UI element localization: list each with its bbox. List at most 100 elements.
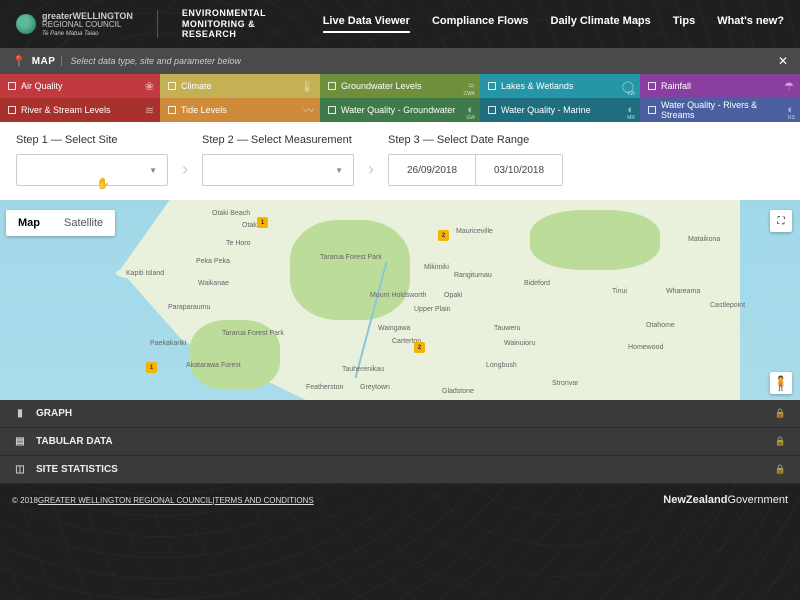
nav-item-daily-climate-maps[interactable]: Daily Climate Maps [551,15,651,33]
map-type-toggle: Map Satellite [6,210,115,236]
map-label: Kapiti Island [126,270,164,277]
map-label: Waikanae [198,280,229,287]
date-to[interactable]: 03/10/2018 [476,155,562,185]
panel-tabular-data[interactable]: ▤TABULAR DATA🔒 [0,428,800,456]
panel-site-statistics[interactable]: ◫SITE STATISTICS🔒 [0,456,800,484]
checkbox-icon [488,106,496,114]
map-label: Greytown [360,384,390,391]
nav-item-tips[interactable]: Tips [673,15,695,33]
pin-icon: 📍 [12,55,26,68]
map-label: Otahome [646,322,675,329]
app-title: ENVIRONMENTAL MONITORING & RESEARCH [182,8,266,40]
nav-item-what-s-new-[interactable]: What's new? [717,15,784,33]
date-range[interactable]: 26/09/2018 03/10/2018 [388,154,563,186]
map-label: Peka Peka [196,258,230,265]
map-bar-close[interactable]: ✕ [778,54,788,68]
panel-icon: ▮ [14,408,26,419]
map-label: Mikimiki [424,264,449,271]
gw-logo[interactable]: greaterWELLINGTON REGIONAL COUNCIL Te Pa… [16,12,133,37]
org-tag: Te Pane Matua Taiao [42,31,133,37]
nav-item-live-data-viewer[interactable]: Live Data Viewer [323,15,410,33]
caret-down-icon: ▼ [335,166,343,175]
map-label: Upper Plain [414,306,451,313]
category-label: Climate [181,81,212,91]
map-label: Rangitumau [454,272,492,279]
category-tide-levels[interactable]: Tide Levels〰 [160,98,320,122]
map-label: Mataikona [688,236,720,243]
category-label: Water Quality - Marine [501,105,591,115]
checkbox-icon [168,106,176,114]
chevron-right-icon: › [368,159,374,180]
panel-graph[interactable]: ▮ GRAPH 🔒 [0,400,800,428]
map-label: Otaki [242,222,258,229]
category-label: Lakes & Wetlands [501,81,573,91]
category-water-quality-marine[interactable]: Water Quality - Marine◐MR [480,98,640,122]
map-label: Homewood [628,344,663,351]
category-icon: ≋ [145,104,154,117]
category-rainfall[interactable]: Rainfall ☂ [640,74,800,98]
road-badge: 2 [438,230,449,241]
map-label: Tauherenikau [342,366,384,373]
site-select[interactable]: ▼ [16,154,168,186]
category-lakes-wetlands[interactable]: Lakes & Wetlands◯LW [480,74,640,98]
footer-terms-link[interactable]: TERMS AND CONDITIONS [215,496,314,505]
map-label: Mauriceville [456,228,493,235]
road-badge: 1 [257,217,268,228]
nav-item-compliance-flows[interactable]: Compliance Flows [432,15,529,33]
category-climate[interactable]: Climate 🌡 [160,74,320,98]
checkbox-icon [488,82,496,90]
map-type-satellite[interactable]: Satellite [52,210,115,236]
category-groundwater-levels[interactable]: Groundwater Levels≈CWA [320,74,480,98]
chevron-right-icon: › [182,159,188,180]
map-label: Tararua Forest Park [320,254,382,261]
gw-swirl-icon [16,14,36,34]
checkbox-icon [168,82,176,90]
step-2-label: Step 2 — Select Measurement [202,134,354,146]
category-label: Tide Levels [181,105,227,115]
map-label: Tauweru [494,325,520,332]
date-from[interactable]: 26/09/2018 [389,155,475,185]
map-label: Opaki [444,292,462,299]
step-1: Step 1 — Select Site ▼ [16,134,168,186]
panel-label: SITE STATISTICS [36,464,118,475]
road-badge: 2 [414,342,425,353]
step-3-label: Step 3 — Select Date Range [388,134,563,146]
map-label: Whareama [666,288,700,295]
category-water-quality-rivers-streams[interactable]: Water Quality - Rivers & Streams◐RS [640,98,800,122]
pegman-icon[interactable]: 🧍 [770,372,792,394]
category-water-quality-groundwater[interactable]: Water Quality - Groundwater◐GW [320,98,480,122]
header: greaterWELLINGTON REGIONAL COUNCIL Te Pa… [0,0,800,48]
category-air-quality[interactable]: Air Quality❀ [0,74,160,98]
steps-row: Step 1 — Select Site ▼ › Step 2 — Select… [0,122,800,200]
checkbox-icon [328,106,336,114]
panel-icon: ◫ [14,464,26,475]
fullscreen-button[interactable]: ⛶ [770,210,792,232]
category-icon: 🌡 [300,80,314,93]
map-canvas[interactable]: Otaki Beach Otaki Te Horo Peka Peka Waikanae… [0,200,800,400]
map-label: Mount Holdsworth [370,292,426,299]
panel-label: GRAPH [36,408,72,419]
logo-block: greaterWELLINGTON REGIONAL COUNCIL Te Pa… [16,8,266,40]
lock-icon: 🔒 [775,436,786,447]
main-nav: Live Data Viewer Compliance Flows Daily Cl… [323,15,784,33]
category-label: Water Quality - Groundwater [341,105,455,115]
panel-icon: ▤ [14,436,26,447]
divider [157,10,158,38]
measurement-select[interactable]: ▼ [202,154,354,186]
map-bar-subtitle: Select data type, site and parameter bel… [61,56,241,66]
lock-icon: 🔒 [775,408,786,419]
copyright: © 2018 [12,496,38,505]
map-label: Stronvar [552,380,578,387]
map-label: Te Horo [226,240,251,247]
category-icon: ☂ [784,80,794,93]
category-label: Water Quality - Rivers & Streams [661,100,792,120]
map-type-map[interactable]: Map [6,210,52,236]
footer-org-link[interactable]: GREATER WELLINGTON REGIONAL COUNCIL [38,496,213,505]
category-river-stream-levels[interactable]: River & Stream Levels≋ [0,98,160,122]
caret-down-icon: ▼ [149,166,157,175]
category-label: Rainfall [661,81,691,91]
map-label: Otaki Beach [212,210,250,217]
map-label: Featherston [306,384,343,391]
checkbox-icon [8,106,16,114]
step-3: Step 3 — Select Date Range 26/09/2018 03… [388,134,563,186]
